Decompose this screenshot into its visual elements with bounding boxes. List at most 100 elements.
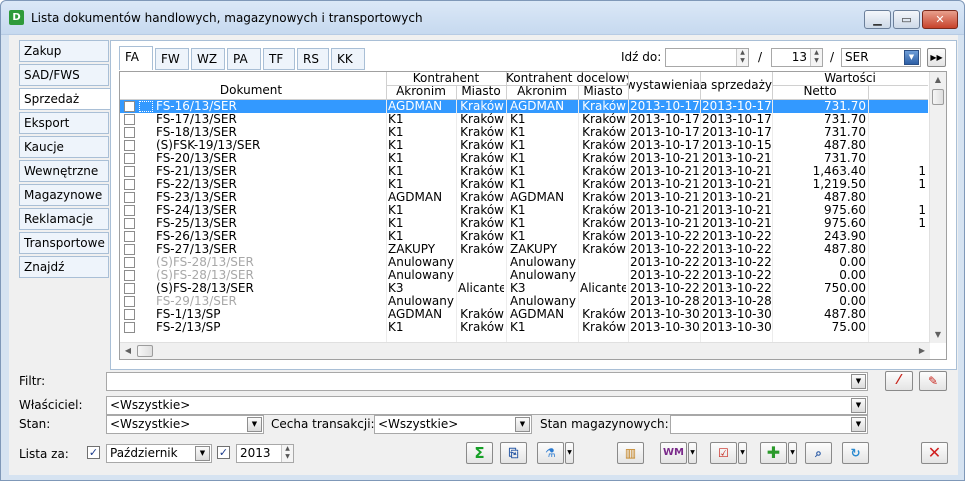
add-dropdown[interactable]: ▼ xyxy=(788,442,797,464)
chevron-down-icon[interactable]: ▼ xyxy=(515,417,530,432)
table-row[interactable]: FS-23/13/SER AGDMAN Kraków AGDMAN Kraków 2013… xyxy=(120,191,928,204)
month-select[interactable]: Październik ▼ xyxy=(106,444,212,463)
row-checkbox[interactable] xyxy=(124,322,135,333)
tab-rs[interactable]: RS xyxy=(297,48,329,70)
table-row[interactable]: FS-17/13/SER K1 Kraków K1 Kraków 2013-10-17 20… xyxy=(120,113,928,126)
vertical-scroll-thumb[interactable] xyxy=(932,89,944,105)
row-checkbox[interactable] xyxy=(124,283,135,294)
row-checkbox[interactable] xyxy=(124,218,135,229)
vertical-scrollbar[interactable]: ▲ ▼ xyxy=(929,72,946,343)
row-checkbox[interactable] xyxy=(124,257,135,268)
table-row[interactable]: (S)FS-28/13/SER K3 Alicante K3 Alicante 2013-… xyxy=(120,282,928,295)
row-checkbox[interactable] xyxy=(124,231,135,242)
close-window-button[interactable]: ✕ xyxy=(922,10,958,29)
table-row[interactable]: FS-24/13/SER K1 Kraków K1 Kraków 2013-10-21 20… xyxy=(120,204,928,217)
goto-next-button[interactable]: ▶▶ xyxy=(927,48,946,67)
year-checkbox[interactable]: ✓ xyxy=(217,446,230,459)
clear-filter-icon[interactable]: ⁄ xyxy=(885,371,913,391)
sidebar-item-magazynowe[interactable]: Magazynowe xyxy=(19,184,109,206)
approve-dropdown[interactable]: ▼ xyxy=(738,442,747,464)
generate-dropdown[interactable]: ▼ xyxy=(565,442,574,464)
horizontal-scrollbar[interactable]: ◀ ▶ xyxy=(120,342,930,359)
scroll-left-icon[interactable]: ◀ xyxy=(120,343,136,359)
transaction-feature-select[interactable]: <Wszystkie> ▼ xyxy=(374,415,532,434)
scroll-down-icon[interactable]: ▼ xyxy=(930,327,946,343)
maximize-button[interactable]: ▭ xyxy=(893,10,920,29)
scroll-right-icon[interactable]: ▶ xyxy=(914,343,930,359)
approve-button[interactable]: ☑ xyxy=(710,442,737,464)
chevron-down-icon[interactable]: ▼ xyxy=(195,446,210,461)
table-row[interactable]: (S)FS-28/13/SER Anulowany Anulowany 2013-10… xyxy=(120,269,928,282)
warehouse-state-select[interactable]: ▼ xyxy=(670,415,868,434)
chevron-down-icon[interactable]: ▼ xyxy=(851,417,866,432)
sidebar-item-eksport[interactable]: Eksport xyxy=(19,112,109,134)
print-button[interactable]: ▥ xyxy=(617,442,644,464)
sidebar-item-transportowe[interactable]: Transportowe xyxy=(19,232,109,254)
chevron-down-icon[interactable]: ▼ xyxy=(247,417,262,432)
sidebar-item-znajdź[interactable]: Znajdź xyxy=(19,256,109,278)
tab-pa[interactable]: PA xyxy=(227,48,261,70)
wm-button[interactable]: WM xyxy=(660,442,687,464)
row-checkbox[interactable] xyxy=(124,166,135,177)
generate-button[interactable]: ⚗ xyxy=(537,442,564,464)
row-checkbox[interactable] xyxy=(124,309,135,320)
header-miasto[interactable]: Miasto xyxy=(456,85,506,98)
spin-updown-icon[interactable]: ▲ ▼ xyxy=(281,445,293,462)
table-row[interactable]: FS-18/13/SER K1 Kraków K1 Kraków 2013-10-17 20… xyxy=(120,126,928,139)
row-checkbox[interactable] xyxy=(124,179,135,190)
tab-tf[interactable]: TF xyxy=(263,48,295,70)
table-row[interactable]: FS-1/13/SP AGDMAN Kraków AGDMAN Kraków 2013-1… xyxy=(120,308,928,321)
filter-tools-icon[interactable]: ✎ xyxy=(919,371,947,391)
row-checkbox[interactable] xyxy=(124,205,135,216)
sidebar-item-wewnętrzne[interactable]: Wewnętrzne xyxy=(19,160,109,182)
row-checkbox[interactable] xyxy=(124,140,135,151)
add-button[interactable]: ✚ xyxy=(760,442,787,464)
year-field[interactable]: 2013 ▲ ▼ xyxy=(236,444,294,463)
header-kontrahent-docelowy[interactable]: Kontrahent docelowy xyxy=(506,72,628,85)
sidebar-item-sad-fws[interactable]: SAD/FWS xyxy=(19,64,109,86)
row-checkbox[interactable] xyxy=(124,153,135,164)
tab-wz[interactable]: WZ xyxy=(191,48,225,70)
row-checkbox[interactable] xyxy=(124,296,135,307)
table-row[interactable]: FS-16/13/SER AGDMAN Kraków AGDMAN Kraków 2013… xyxy=(120,100,928,113)
sidebar-item-sprzedaż[interactable]: Sprzedaż xyxy=(19,88,113,110)
sidebar-item-kaucje[interactable]: Kaucje xyxy=(19,136,109,158)
chevron-down-icon[interactable]: ▼ xyxy=(851,374,866,389)
chevron-down-icon[interactable]: ▼ xyxy=(851,398,866,413)
horizontal-scroll-thumb[interactable] xyxy=(137,345,153,357)
table-row[interactable]: FS-2/13/SP K1 Kraków K1 Kraków 2013-10-30 2013… xyxy=(120,321,928,334)
table-row[interactable]: FS-21/13/SER K1 Kraków K1 Kraków 2013-10-21 20… xyxy=(120,165,928,178)
table-row[interactable]: (S)FSK-19/13/SER K1 Kraków K1 Kraków 2013-10-… xyxy=(120,139,928,152)
row-checkbox[interactable] xyxy=(124,127,135,138)
month-checkbox[interactable]: ✓ xyxy=(87,446,100,459)
header-wartosci[interactable]: Wartości xyxy=(772,72,928,85)
header-miasto-docelowe[interactable]: Miasto xyxy=(578,85,628,98)
row-checkbox[interactable] xyxy=(124,192,135,203)
refresh-button[interactable]: ↻ xyxy=(842,442,869,464)
table-row[interactable]: FS-20/13/SER K1 Kraków K1 Kraków 2013-10-21 20… xyxy=(120,152,928,165)
row-checkbox[interactable] xyxy=(124,270,135,281)
row-checkbox[interactable] xyxy=(124,114,135,125)
header-kontrahent[interactable]: Kontrahent xyxy=(386,72,506,85)
header-data-sprzedazy[interactable]: Data sprzedaży xyxy=(700,79,772,92)
goto-number-field[interactable]: 13 ▲ ▼ xyxy=(771,48,823,67)
sidebar-item-zakup[interactable]: Zakup xyxy=(19,40,109,62)
owner-select[interactable]: <Wszystkie> ▼ xyxy=(106,396,868,415)
header-dokument[interactable]: Dokument xyxy=(136,84,366,97)
import-button[interactable]: ⎘ xyxy=(500,442,527,464)
chevron-down-icon[interactable]: ▼ xyxy=(904,50,919,65)
spin-updown-icon[interactable]: ▲ ▼ xyxy=(736,49,748,66)
scroll-up-icon[interactable]: ▲ xyxy=(930,72,946,88)
table-row[interactable]: FS-27/13/SER ZAKUPY Kraków ZAKUPY Kraków 2013… xyxy=(120,243,928,256)
header-akronim-docelowy[interactable]: Akronim xyxy=(506,85,578,98)
minimize-button[interactable]: ▁ xyxy=(864,10,891,29)
row-checkbox[interactable] xyxy=(124,101,135,112)
sidebar-item-reklamacje[interactable]: Reklamacje xyxy=(19,208,109,230)
header-netto[interactable]: Netto xyxy=(772,85,868,98)
table-row[interactable]: FS-22/13/SER K1 Kraków K1 Kraków 2013-10-21 20… xyxy=(120,178,928,191)
table-row[interactable]: (S)FS-28/13/SER Anulowany Anulowany 2013-10… xyxy=(120,256,928,269)
tab-kk[interactable]: KK xyxy=(331,48,365,70)
close-button[interactable]: ✕ xyxy=(921,442,948,464)
tab-fw[interactable]: FW xyxy=(155,48,189,70)
table-row[interactable]: FS-26/13/SER K1 Kraków K1 Kraków 2013-10-22 20… xyxy=(120,230,928,243)
